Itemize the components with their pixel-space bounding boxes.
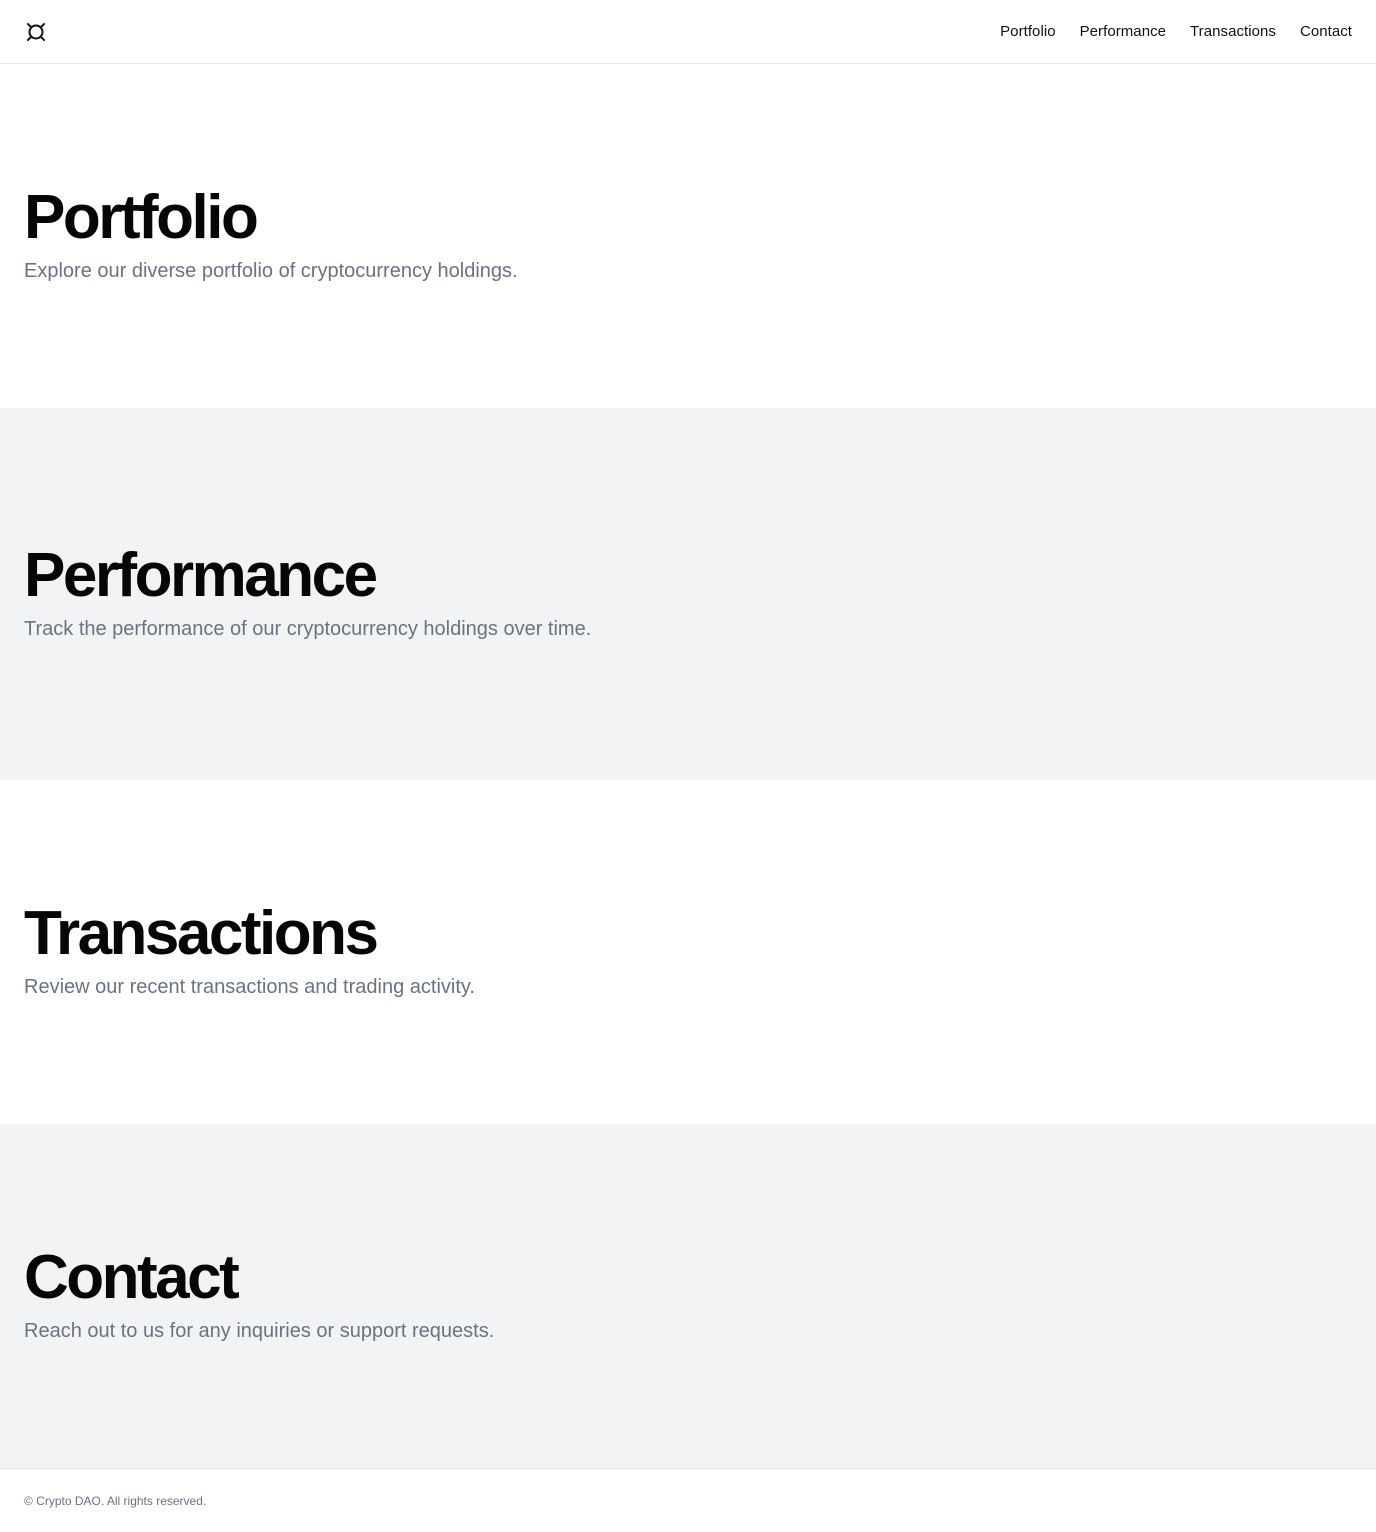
contact-heading: Contact [24, 1243, 240, 1312]
performance-description: Track the performance of our cryptocurre… [24, 618, 592, 640]
contact-section: Contact Reach out to us for any inquirie… [0, 1124, 1376, 1468]
portfolio-description: Explore our diverse portfolio of cryptoc… [24, 260, 518, 282]
nav-link-transactions[interactable]: Transactions [1190, 23, 1276, 40]
nav-link-portfolio[interactable]: Portfolio [1000, 23, 1055, 40]
portfolio-heading: Portfolio [24, 183, 259, 252]
portfolio-section: Portfolio Explore our diverse portfolio … [0, 64, 1376, 408]
nav-link-contact[interactable]: Contact [1300, 23, 1352, 40]
page-footer: © Crypto DAO. All rights reserved. [0, 1468, 1376, 1532]
contact-description: Reach out to us for any inquiries or sup… [24, 1320, 495, 1342]
transactions-heading: Transactions [24, 899, 379, 968]
main-nav: Portfolio Performance Transactions Conta… [1000, 23, 1352, 40]
nav-link-performance[interactable]: Performance [1080, 23, 1166, 40]
performance-heading: Performance [24, 541, 378, 610]
transactions-description: Review our recent transactions and tradi… [24, 976, 475, 998]
top-navbar: Portfolio Performance Transactions Conta… [0, 0, 1376, 64]
performance-section: Performance Track the performance of our… [0, 408, 1376, 780]
crypto-logo-icon[interactable] [24, 20, 48, 44]
copyright-text: © Crypto DAO. All rights reserved. [24, 1493, 207, 1508]
transactions-section: Transactions Review our recent transacti… [0, 780, 1376, 1124]
